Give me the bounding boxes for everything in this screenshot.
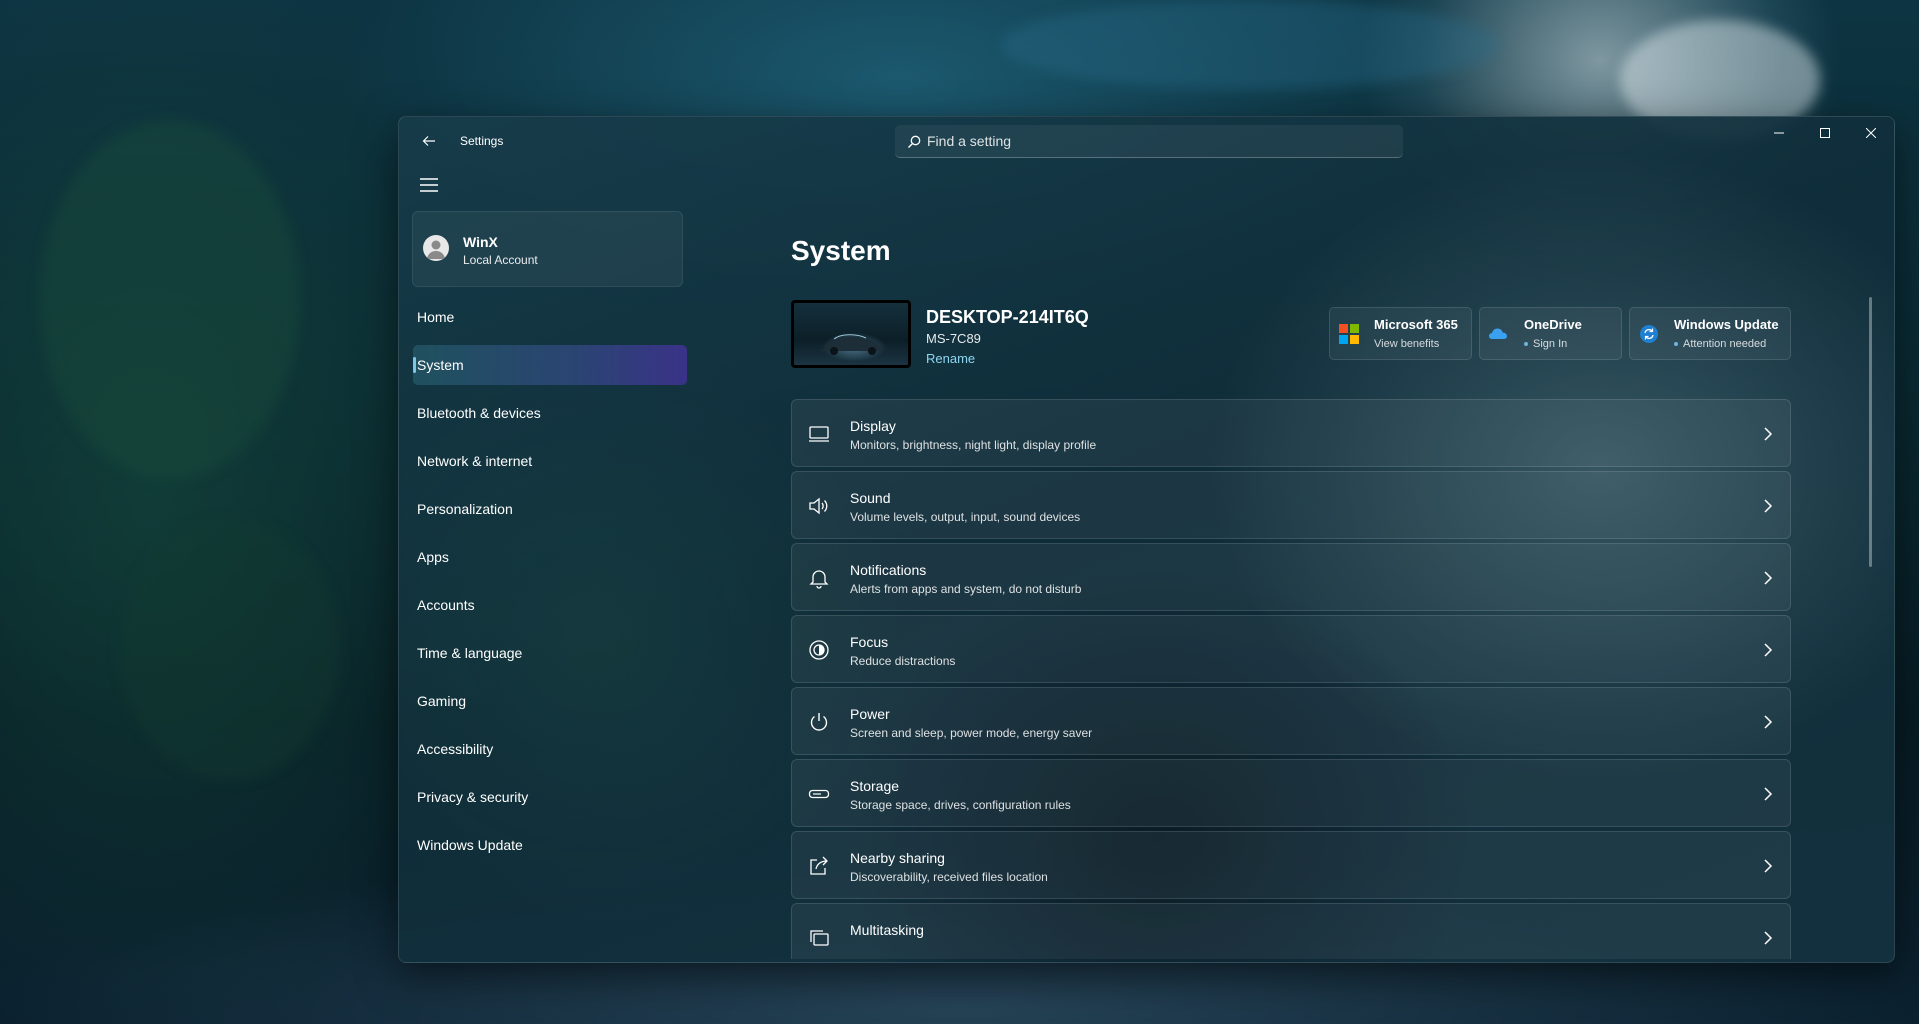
- sidebar-item-apps[interactable]: Apps: [413, 537, 687, 577]
- chevron-right-icon: [1764, 931, 1773, 945]
- sidebar-item-personalization[interactable]: Personalization: [413, 489, 687, 529]
- settings-card-storage[interactable]: Storage Storage space, drives, configura…: [791, 759, 1791, 827]
- chevron-right-icon: [1764, 715, 1773, 729]
- sync-icon: [1640, 325, 1658, 343]
- nav-menu-button[interactable]: [413, 169, 445, 201]
- chevron-right-icon: [1764, 787, 1773, 801]
- sidebar-item-label: Personalization: [417, 501, 513, 517]
- account-name: WinX: [463, 234, 498, 250]
- settings-card-notifications[interactable]: Notifications Alerts from apps and syste…: [791, 543, 1791, 611]
- display-icon: [809, 426, 829, 442]
- tile-title: Microsoft 365: [1374, 317, 1458, 332]
- user-avatar-icon: [427, 240, 445, 259]
- card-title: Storage: [850, 778, 900, 794]
- back-button[interactable]: [413, 125, 445, 157]
- device-name: DESKTOP-214IT6Q: [926, 307, 1089, 327]
- microsoft-365-tile[interactable]: Microsoft 365 View benefits: [1329, 307, 1472, 360]
- sidebar-item-label: Home: [417, 309, 455, 325]
- sidebar-item-label: Network & internet: [417, 453, 533, 469]
- main-content: System DESKTOP-214IT6Q MS-7C89 Rename Mi…: [791, 117, 1894, 962]
- chevron-right-icon: [1764, 571, 1773, 585]
- onedrive-tile[interactable]: OneDrive Sign In: [1479, 307, 1622, 360]
- sidebar-item-accessibility[interactable]: Accessibility: [413, 729, 687, 769]
- tile-title: OneDrive: [1524, 317, 1582, 332]
- sidebar-item-network-internet[interactable]: Network & internet: [413, 441, 687, 481]
- sidebar-item-label: Windows Update: [417, 837, 523, 853]
- sidebar-item-gaming[interactable]: Gaming: [413, 681, 687, 721]
- chevron-right-icon: [1764, 427, 1773, 441]
- card-title: Notifications: [850, 562, 927, 578]
- sidebar-item-time-language[interactable]: Time & language: [413, 633, 687, 673]
- hamburger-menu-icon: [420, 178, 438, 192]
- chevron-right-icon: [1764, 643, 1773, 657]
- content-scrollbar[interactable]: [1869, 297, 1872, 567]
- sidebar-item-accounts[interactable]: Accounts: [413, 585, 687, 625]
- tile-subtitle: Attention needed: [1674, 338, 1766, 350]
- card-title: Sound: [850, 490, 891, 506]
- account-card[interactable]: WinX Local Account: [412, 211, 683, 287]
- sidebar-item-home[interactable]: Home: [413, 297, 687, 337]
- multitasking-icon: [810, 930, 829, 946]
- microsoft-logo-icon: [1339, 324, 1359, 344]
- sidebar-item-label: Bluetooth & devices: [417, 405, 541, 421]
- status-dot: [1524, 342, 1528, 347]
- sidebar-nav: Home System Bluetooth & devices Network …: [413, 297, 687, 873]
- settings-card-sound[interactable]: Sound Volume levels, output, input, soun…: [791, 471, 1791, 539]
- sidebar-item-label: Accounts: [417, 597, 475, 613]
- sidebar-item-label: Apps: [417, 549, 449, 565]
- sidebar-item-label: System: [417, 357, 464, 373]
- onedrive-cloud-icon: [1489, 328, 1507, 339]
- power-icon: [810, 713, 828, 731]
- status-dot: [1674, 342, 1678, 347]
- card-subtitle: Volume levels, output, input, sound devi…: [850, 510, 1081, 524]
- speaker-icon: [809, 497, 828, 515]
- chevron-right-icon: [1764, 499, 1773, 513]
- focus-icon: [809, 640, 829, 660]
- chevron-right-icon: [1764, 859, 1773, 873]
- sidebar-item-privacy-security[interactable]: Privacy & security: [413, 777, 687, 817]
- card-subtitle: Monitors, brightness, night light, displ…: [850, 438, 1097, 452]
- avatar: [423, 235, 449, 261]
- rename-link[interactable]: Rename: [926, 351, 975, 366]
- settings-card-nearby-sharing[interactable]: Nearby sharing Discoverability, received…: [791, 831, 1791, 899]
- account-type: Local Account: [463, 253, 538, 267]
- sidebar-item-label: Time & language: [417, 645, 523, 661]
- windows-update-tile[interactable]: Windows Update Attention needed: [1629, 307, 1791, 360]
- tile-title: Windows Update: [1674, 317, 1779, 332]
- sidebar-item-label: Accessibility: [417, 741, 494, 757]
- tile-subtitle: View benefits: [1374, 338, 1440, 350]
- car-image-icon: [820, 334, 884, 355]
- device-wallpaper-thumbnail: [791, 300, 911, 368]
- card-title: Multitasking: [850, 922, 924, 938]
- device-model: MS-7C89: [926, 331, 981, 346]
- bell-icon: [809, 570, 829, 589]
- settings-card-focus[interactable]: Focus Reduce distractions: [791, 615, 1791, 683]
- card-subtitle: Screen and sleep, power mode, energy sav…: [850, 726, 1093, 740]
- card-subtitle: Storage space, drives, configuration rul…: [850, 798, 1071, 812]
- sidebar-item-bluetooth-devices[interactable]: Bluetooth & devices: [413, 393, 687, 433]
- back-arrow-icon: [422, 136, 435, 146]
- card-title: Focus: [850, 634, 889, 650]
- page-title: System: [791, 235, 891, 266]
- tile-subtitle: Sign In: [1524, 338, 1567, 350]
- storage-icon: [808, 789, 830, 799]
- sidebar-item-label: Privacy & security: [417, 789, 529, 805]
- sidebar-item-windows-update[interactable]: Windows Update: [413, 825, 687, 865]
- share-icon: [810, 856, 828, 875]
- settings-card-display[interactable]: Display Monitors, brightness, night ligh…: [791, 399, 1791, 467]
- card-title: Display: [850, 418, 896, 434]
- sidebar-item-label: Gaming: [417, 693, 467, 709]
- settings-window: Settings WinX Local Account Home System …: [398, 116, 1895, 963]
- card-title: Power: [850, 706, 890, 722]
- card-subtitle: Alerts from apps and system, do not dist…: [850, 582, 1082, 596]
- card-title: Nearby sharing: [850, 850, 945, 866]
- settings-card-power[interactable]: Power Screen and sleep, power mode, ener…: [791, 687, 1791, 755]
- app-title: Settings: [460, 134, 504, 148]
- sidebar-item-system[interactable]: System: [413, 345, 687, 385]
- settings-list: Display Monitors, brightness, night ligh…: [791, 399, 1791, 959]
- card-subtitle: Discoverability, received files location: [850, 870, 1048, 884]
- settings-card-multitasking[interactable]: Multitasking: [791, 903, 1791, 959]
- card-subtitle: Reduce distractions: [850, 654, 956, 668]
